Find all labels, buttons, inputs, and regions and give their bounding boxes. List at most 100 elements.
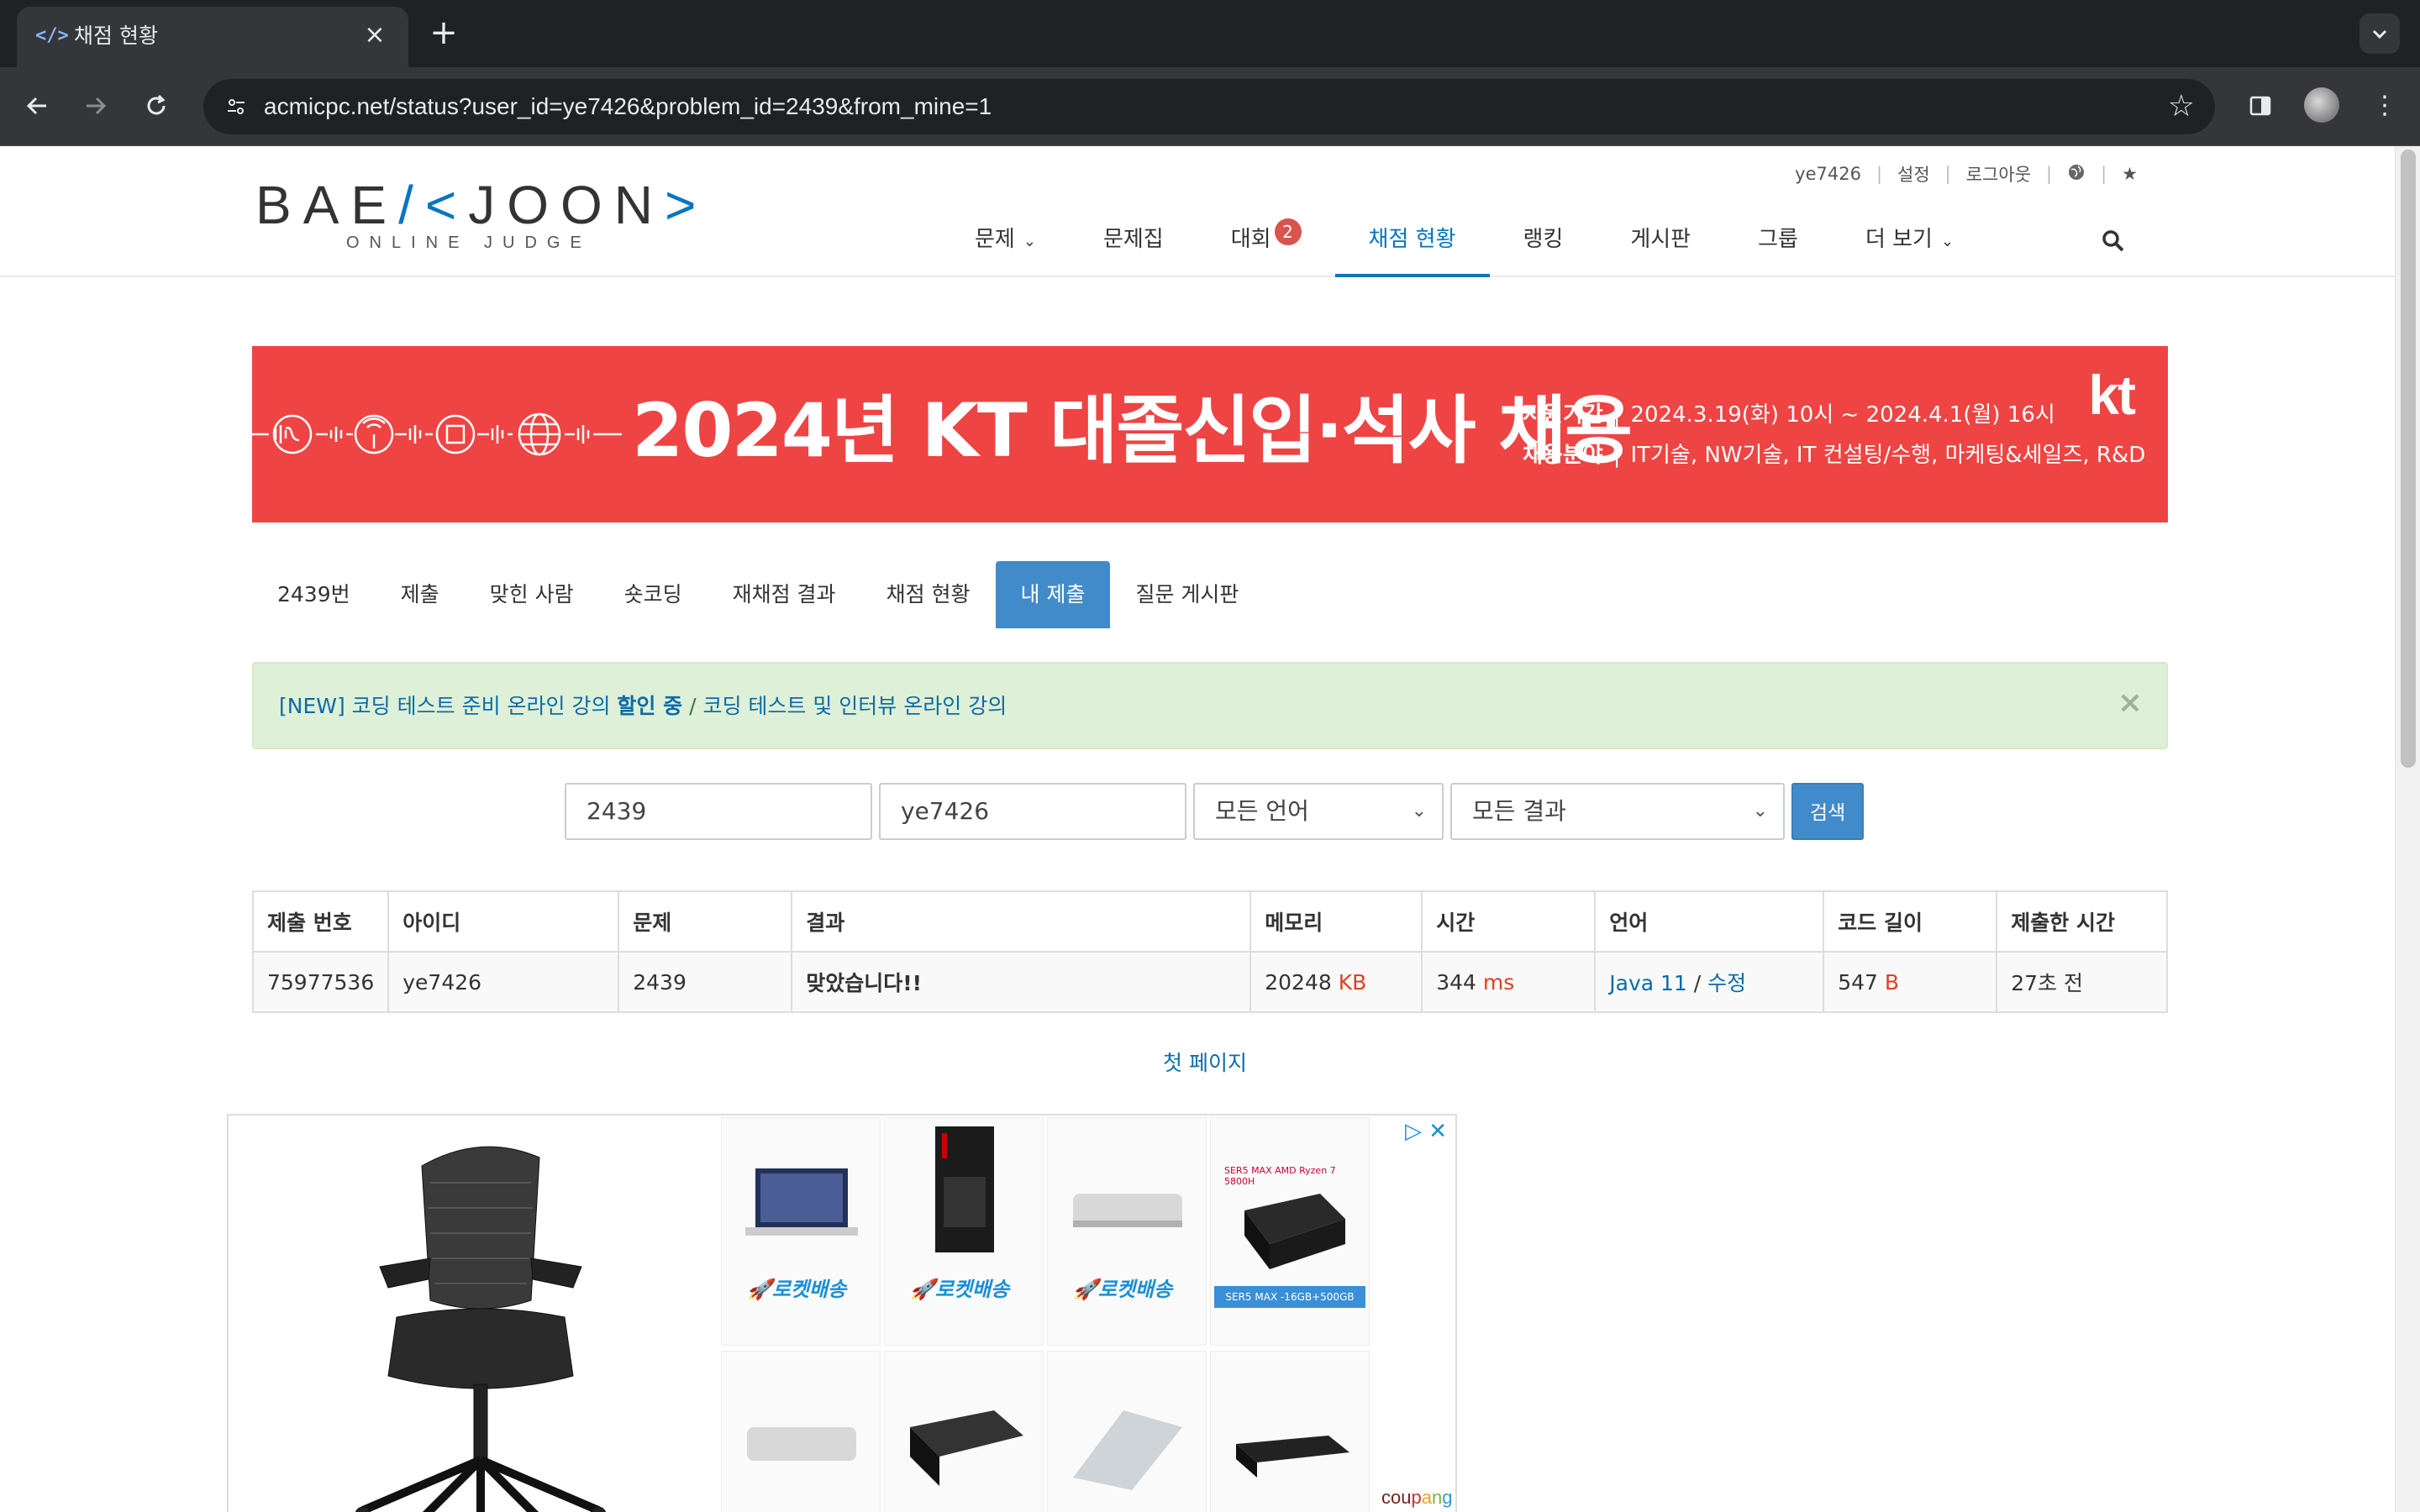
alert-part1: [NEW] 코딩 테스트 준비 온라인 강의 xyxy=(279,694,618,718)
col-header-id: 제출 번호 xyxy=(251,890,390,953)
nav-workbook-label: 문제집 xyxy=(1102,227,1164,252)
edit-link[interactable]: 수정 xyxy=(1707,971,1746,995)
forward-arrow-icon[interactable] xyxy=(76,86,116,126)
user-id-input[interactable]: ye7426 xyxy=(879,783,1186,840)
bookmark-star-icon[interactable]: ☆ xyxy=(2168,89,2195,124)
nav-contest[interactable]: 대회 2 xyxy=(1197,218,1335,277)
ad-product-desktop[interactable]: 🚀로켓배송 xyxy=(884,1117,1044,1346)
address-bar[interactable]: acmicpc.net/status?user_id=ye7426&proble… xyxy=(203,79,2215,134)
status-filters: 2439 ye7426 모든 언어 ⌄ 모든 결과 ⌄ 검색 xyxy=(565,783,1864,840)
col-header-code-length: 코드 길이 xyxy=(1823,890,1998,953)
nav-more[interactable]: 더 보기 ⌄ xyxy=(1832,220,1987,277)
globe-icon[interactable] xyxy=(2067,163,2086,186)
logout-link[interactable]: 로그아웃 xyxy=(1966,161,2031,186)
tab-submit[interactable]: 제출 xyxy=(376,561,465,628)
browser-menu-icon[interactable]: ⋮ xyxy=(2365,86,2405,126)
site-logo[interactable]: BAE/<JOON> xyxy=(255,176,708,234)
side-panel-icon[interactable] xyxy=(2240,86,2281,126)
ad-featured-product[interactable] xyxy=(229,1116,719,1512)
nav-problems[interactable]: 문제 ⌄ xyxy=(941,220,1070,277)
profile-avatar[interactable] xyxy=(2304,87,2339,123)
language-select[interactable]: 모든 언어 ⌄ xyxy=(1193,783,1444,840)
alert-discount: 할인 중 xyxy=(617,694,683,718)
tab-problem-number[interactable]: 2439번 xyxy=(252,561,376,628)
nav-board[interactable]: 게시판 xyxy=(1597,220,1724,277)
settings-link[interactable]: 설정 xyxy=(1897,161,1930,186)
tab-rejudge[interactable]: 재채점 결과 xyxy=(708,561,861,628)
ad-banner[interactable]: 🚀로켓배송 🚀로켓배송 🚀로켓배송 SER5 MAX AMD Ryzen 7 5… xyxy=(227,1114,1457,1512)
alert-link-interview[interactable]: 코딩 테스트 및 인터뷰 온라인 강의 xyxy=(702,694,1007,718)
ad-product-laptop-2[interactable] xyxy=(1047,1351,1207,1512)
nav-group[interactable]: 그룹 xyxy=(1724,220,1832,277)
code-length-unit: B xyxy=(1884,969,1900,995)
chevron-down-icon: ⌄ xyxy=(1411,801,1427,822)
ad-product-mini-pc[interactable]: SER5 MAX AMD Ryzen 7 5800H SER5 MAX -16G… xyxy=(1210,1117,1370,1346)
tab-close-icon[interactable]: × xyxy=(360,20,390,50)
site-info-icon[interactable] xyxy=(217,87,255,126)
code-length-value: 547 xyxy=(1838,969,1878,995)
rocket-delivery-label: 🚀로켓배송 xyxy=(910,1278,1010,1301)
ad-product-laptop[interactable]: 🚀로켓배송 xyxy=(721,1117,881,1346)
memory-value: 20248 xyxy=(1265,969,1332,995)
ad-product-tiny-pc[interactable] xyxy=(1210,1351,1370,1512)
language-link[interactable]: Java 11 xyxy=(1609,971,1687,995)
col-header-language: 언어 xyxy=(1594,890,1825,953)
first-page-link[interactable]: 첫 페이지 xyxy=(1163,1047,1247,1077)
back-arrow-icon[interactable] xyxy=(17,86,57,126)
cell-id: 75977536 xyxy=(251,951,390,1013)
coupang-logo-part: g xyxy=(1442,1487,1453,1508)
result-select[interactable]: 모든 결과 ⌄ xyxy=(1450,783,1785,840)
search-icon[interactable] xyxy=(2101,228,2131,259)
browser-tab[interactable]: </> 채점 현황 × xyxy=(17,7,408,67)
problem-id-input[interactable]: 2439 xyxy=(565,783,872,840)
tab-my-submissions[interactable]: 내 제출 xyxy=(995,561,1111,628)
cell-submitted-at[interactable]: 27초 전 xyxy=(1996,951,2168,1013)
tab-solvers[interactable]: 맞힌 사람 xyxy=(465,561,599,628)
page-scrollbar[interactable] xyxy=(2395,146,2420,1512)
nav-status[interactable]: 채점 현황 xyxy=(1334,220,1490,277)
user-link[interactable]: ye7426 xyxy=(1795,164,1861,184)
alert-text: [NEW] 코딩 테스트 준비 온라인 강의 할인 중 / 코딩 테스트 및 인… xyxy=(279,692,1007,721)
url-text[interactable]: acmicpc.net/status?user_id=ye7426&proble… xyxy=(264,92,992,121)
browser-toolbar: acmicpc.net/status?user_id=ye7426&proble… xyxy=(0,67,2420,146)
divider: | xyxy=(1944,164,1951,184)
time-value: 344 xyxy=(1436,969,1476,995)
close-icon[interactable]: × xyxy=(2118,685,2143,720)
tab-shortcoding[interactable]: 숏코딩 xyxy=(599,561,708,628)
tab-qna[interactable]: 질문 게시판 xyxy=(1110,561,1264,628)
tiny-pc-image xyxy=(1236,1436,1349,1478)
ser5-spec-label: SER5 MAX -16GB+500GB xyxy=(1214,1286,1365,1308)
cell-memory: 20248 KB xyxy=(1249,951,1423,1013)
office-chair-image xyxy=(355,1146,607,1512)
nav-ranking[interactable]: 랭킹 xyxy=(1490,220,1597,277)
ad-product-workstation[interactable] xyxy=(884,1351,1044,1512)
chevron-down-icon: ⌄ xyxy=(1752,801,1768,822)
scrollbar-thumb[interactable] xyxy=(2401,150,2416,768)
cell-problem-link[interactable]: 2439 xyxy=(618,951,793,1013)
period-value: 2024.3.19(화) 10시 ~ 2024.4.1(월) 16시 xyxy=(1630,402,2055,428)
tab-status[interactable]: 채점 현황 xyxy=(861,561,996,628)
cell-result[interactable]: 맞았습니다!! xyxy=(791,951,1252,1013)
main-nav: 문제 ⌄ 문제집 대회 2 채점 현황 랭킹 게시판 그룹 더 보기 ⌄ xyxy=(941,218,1987,277)
logo-subtitle: ONLINE JUDGE xyxy=(346,234,592,252)
new-tab-button[interactable]: + xyxy=(427,16,460,50)
ad-product-mac-mini[interactable]: 🚀로켓배송 xyxy=(1047,1117,1207,1346)
tab-search-chevron-icon[interactable] xyxy=(2360,13,2400,54)
nav-workbook[interactable]: 문제집 xyxy=(1070,220,1197,277)
cell-user-link[interactable]: ye7426 xyxy=(387,951,620,1013)
alert-link-course[interactable]: [NEW] 코딩 테스트 준비 온라인 강의 할인 중 xyxy=(279,694,682,718)
favorite-star-icon[interactable]: ★ xyxy=(2122,164,2138,184)
cell-language: Java 11 / 수정 xyxy=(1594,951,1825,1013)
search-button[interactable]: 검색 xyxy=(1791,783,1864,840)
logo-text-k: /< xyxy=(398,175,469,235)
logo-text-bae: BAE xyxy=(255,175,399,235)
workstation-image xyxy=(910,1410,1023,1486)
reload-icon[interactable] xyxy=(136,86,176,126)
coupang-logo-part: a xyxy=(1421,1487,1432,1508)
col-header-memory: 메모리 xyxy=(1249,890,1423,953)
ad-choices-close-icon[interactable]: ▷ ✕ xyxy=(1405,1119,1447,1144)
ad-product-mac-mini-2[interactable] xyxy=(721,1351,881,1512)
recruit-banner[interactable]: 2024년 KT 대졸신입·석사 채용 지원기간 | 2024.3.19(화) 10… xyxy=(252,346,2168,522)
coupang-logo-part: n xyxy=(1431,1487,1443,1508)
coupang-logo-part: cou xyxy=(1381,1487,1412,1508)
